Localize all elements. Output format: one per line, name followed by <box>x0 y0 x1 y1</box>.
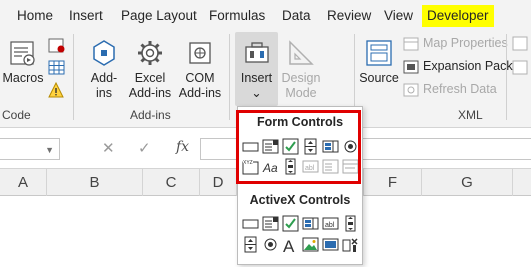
com-addins-label-line1: COM <box>185 71 215 85</box>
tab-developer[interactable]: Developer <box>422 5 494 27</box>
macro-security-icon[interactable] <box>48 82 66 98</box>
ribbon-tab-bar: Home Insert Page Layout Formulas Data Re… <box>0 0 531 30</box>
activex-scroll-bar-icon[interactable] <box>342 215 359 232</box>
activex-more-controls-icon[interactable] <box>342 236 359 253</box>
insert-controls-button[interactable]: Insert ⌄ <box>235 32 278 106</box>
activex-image-icon[interactable] <box>302 236 319 253</box>
design-mode-label-line1: Design <box>281 71 321 85</box>
activex-controls-title: ActiveX Controls <box>249 193 351 207</box>
design-mode-icon <box>289 40 314 65</box>
map-properties-button[interactable]: Map Properties <box>403 33 508 53</box>
import-icon[interactable] <box>512 36 530 52</box>
enter-entry-icon[interactable]: ✓ <box>138 139 151 157</box>
activex-text-box-icon[interactable]: abl <box>322 215 339 232</box>
column-header-b[interactable]: B <box>47 169 143 196</box>
form-controls-highlight <box>236 110 361 184</box>
addins-group-label: Add-ins <box>130 108 171 122</box>
group-separator <box>506 34 507 120</box>
group-separator <box>73 34 74 120</box>
addins-label-line1: Add- <box>90 71 118 85</box>
svg-text:A: A <box>283 237 295 253</box>
activex-checkbox-icon[interactable] <box>282 215 299 232</box>
tab-insert[interactable]: Insert <box>69 5 103 27</box>
tab-home[interactable]: Home <box>17 5 53 27</box>
cancel-entry-icon[interactable]: ✕ <box>102 139 115 157</box>
tab-data[interactable]: Data <box>282 5 311 27</box>
column-header-d[interactable]: D <box>200 169 237 196</box>
activex-toggle-button-icon[interactable] <box>322 236 339 253</box>
column-header-f[interactable]: F <box>363 169 422 196</box>
expansion-packs-label: Expansion Packs <box>423 59 519 73</box>
column-header-c[interactable]: C <box>143 169 200 196</box>
excel-addins-label-line2: Add-ins <box>128 86 172 100</box>
com-addins-button[interactable]: COM Add-ins <box>177 38 223 101</box>
name-box[interactable]: ▼ <box>0 138 60 160</box>
activex-combo-box-icon[interactable] <box>262 215 279 232</box>
export-icon[interactable] <box>512 60 530 76</box>
macros-button[interactable]: Macros <box>2 38 44 86</box>
xml-group-label: XML <box>458 108 483 122</box>
column-header-g[interactable]: G <box>422 169 513 196</box>
refresh-data-label: Refresh Data <box>423 82 497 96</box>
macros-icon <box>10 41 35 66</box>
addins-icon <box>93 40 115 66</box>
source-label: Source <box>359 71 399 85</box>
refresh-data-icon <box>403 83 419 97</box>
svg-text:abl: abl <box>325 222 335 229</box>
expansion-packs-icon <box>403 60 419 74</box>
tab-view[interactable]: View <box>384 5 413 27</box>
design-mode-button[interactable]: Design Mode <box>280 38 322 101</box>
gear-icon <box>138 41 162 65</box>
record-macro-icon[interactable] <box>48 38 66 54</box>
design-mode-label-line2: Mode <box>285 86 317 100</box>
excel-addins-button[interactable]: Excel Add-ins <box>127 38 173 101</box>
tab-formulas[interactable]: Formulas <box>209 5 265 27</box>
group-separator <box>229 34 230 120</box>
insert-label: Insert <box>240 71 273 85</box>
xml-source-button[interactable]: Source <box>358 38 400 86</box>
excel-addins-label-line1: Excel <box>134 71 166 85</box>
chevron-down-icon: ⌄ <box>251 86 262 100</box>
insert-function-button[interactable]: fx <box>176 139 189 155</box>
addins-button[interactable]: Add- ins <box>84 38 124 101</box>
expansion-packs-button[interactable]: Expansion Packs <box>403 56 519 76</box>
toolbox-icon <box>244 42 269 63</box>
xml-source-icon <box>366 40 392 66</box>
activex-spin-button-icon[interactable] <box>242 236 259 253</box>
com-addins-label-line2: Add-ins <box>178 86 222 100</box>
map-properties-label: Map Properties <box>423 36 508 50</box>
activex-command-button-icon[interactable] <box>242 215 259 232</box>
relative-references-icon[interactable] <box>48 60 66 76</box>
tab-page-layout[interactable]: Page Layout <box>121 5 197 27</box>
activex-list-box-icon[interactable] <box>302 215 319 232</box>
addins-label-line2: ins <box>96 86 112 100</box>
macros-label: Macros <box>2 71 44 85</box>
activex-option-button-icon[interactable] <box>262 236 279 253</box>
tab-review[interactable]: Review <box>327 5 371 27</box>
activex-label-icon[interactable]: A <box>282 236 299 253</box>
refresh-data-button[interactable]: Refresh Data <box>403 79 497 99</box>
chevron-down-icon[interactable]: ▼ <box>45 145 54 155</box>
map-properties-icon <box>403 37 419 51</box>
column-header-a[interactable]: A <box>0 169 47 196</box>
com-addins-icon <box>189 42 211 64</box>
code-group-label: Code <box>2 108 31 122</box>
